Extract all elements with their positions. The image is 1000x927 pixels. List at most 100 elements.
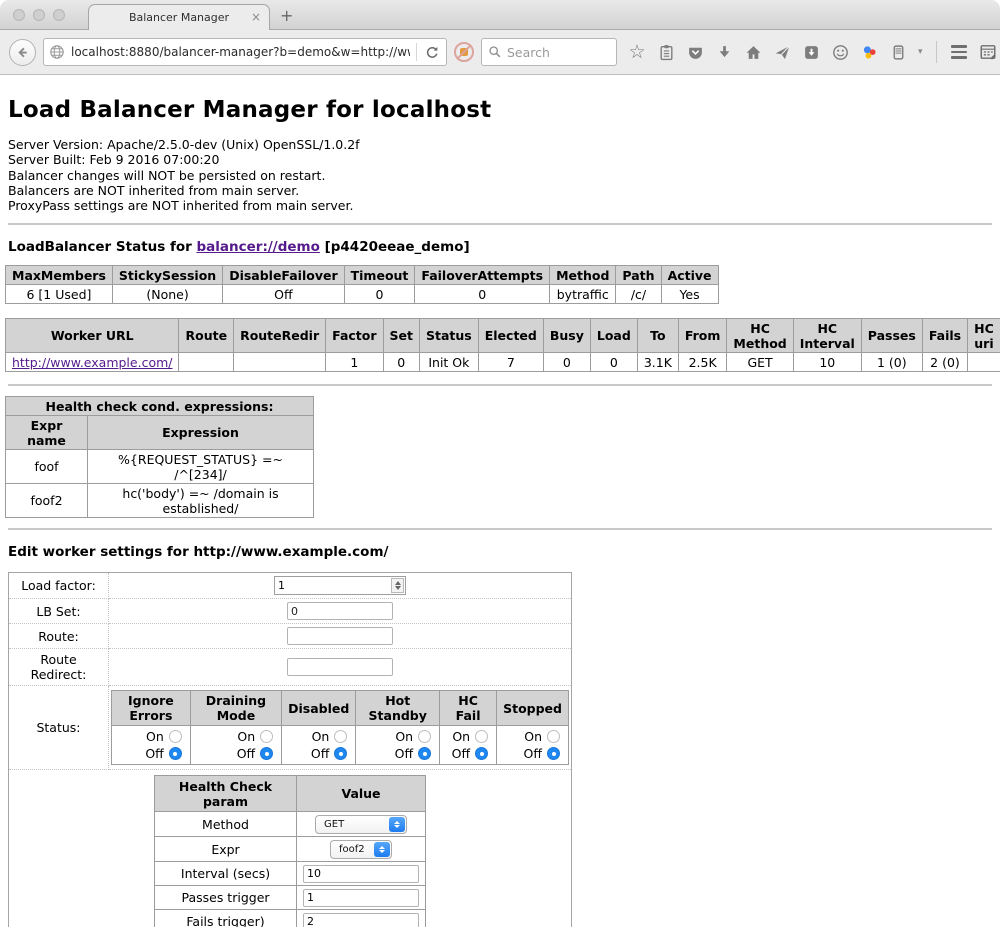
radio-off-selected[interactable]: [475, 747, 488, 760]
radio-on[interactable]: [418, 730, 431, 743]
radio-off-selected[interactable]: [547, 747, 560, 760]
load-factor-input[interactable]: [275, 577, 390, 594]
column-header: HC Method: [727, 319, 793, 353]
on-label: On: [524, 729, 542, 744]
radio-on[interactable]: [334, 730, 347, 743]
chevron-down-icon[interactable]: ▾: [918, 47, 923, 57]
radio-off-selected[interactable]: [334, 747, 347, 760]
hc-row-passes: Passes trigger: [155, 886, 426, 910]
window-controls: [13, 9, 65, 21]
radio-on[interactable]: [547, 730, 560, 743]
column-header: Fails: [922, 319, 967, 353]
load-factor-label: Load factor:: [9, 573, 109, 599]
select-arrows-icon: [374, 842, 390, 857]
on-label: On: [237, 729, 255, 744]
column-header: Value: [297, 776, 426, 812]
table-cell: (None): [112, 285, 222, 304]
radio-off-selected[interactable]: [260, 747, 273, 760]
hc-row-expr: Expr foof2: [155, 837, 426, 862]
apps-grid-button[interactable]: [979, 43, 997, 61]
container-button[interactable]: [889, 43, 907, 61]
table-header-row: MaxMembers StickySession DisableFailover…: [6, 266, 719, 285]
off-label: Off: [237, 746, 255, 761]
expr-select[interactable]: foof2: [330, 840, 392, 859]
route-field-cell: [109, 624, 572, 649]
tab-balancer-manager[interactable]: Balancer Manager ×: [88, 4, 270, 30]
off-label: Off: [395, 746, 413, 761]
table-cell: 0: [383, 353, 419, 372]
radio-on[interactable]: [260, 730, 273, 743]
route-redirect-field-cell: [109, 649, 572, 686]
content-blocker-icon[interactable]: [454, 42, 474, 62]
url-input[interactable]: localhost:8880/balancer-manager?b=demo&w…: [43, 38, 447, 66]
column-header: Stopped: [497, 691, 569, 726]
radio-off-selected[interactable]: [169, 747, 182, 760]
edit-worker-form: Load factor: LB Set: Route: Route Redire…: [8, 572, 572, 927]
reload-button[interactable]: [423, 43, 441, 61]
bookmark-star-button[interactable]: ☆: [628, 43, 646, 61]
route-redirect-input[interactable]: [287, 658, 393, 676]
balancer-demo-link[interactable]: balancer://demo: [197, 239, 320, 255]
column-header: Hot Standby: [356, 691, 440, 726]
interval-input[interactable]: [303, 865, 419, 883]
new-tab-button[interactable]: +: [280, 6, 293, 25]
table-cell: /c/: [616, 285, 661, 304]
container-icon: [890, 44, 907, 61]
page-content: Load Balancer Manager for localhost Serv…: [0, 75, 1000, 927]
expr-name-cell: foof: [6, 450, 88, 484]
column-header: HC Interval: [793, 319, 861, 353]
window-minimize-button[interactable]: [33, 9, 45, 21]
heading-suffix: [p4420eeae_demo]: [320, 239, 470, 255]
table-cell: 0: [543, 353, 590, 372]
back-button[interactable]: [9, 39, 36, 66]
colors-extension-button[interactable]: [860, 43, 878, 61]
table-cell: 1 (0): [861, 353, 922, 372]
route-label: Route:: [9, 624, 109, 649]
form-row-route: Route:: [9, 624, 572, 649]
fails-input[interactable]: [303, 913, 419, 927]
lb-set-input[interactable]: [287, 602, 393, 620]
table-cell: bytraffic: [550, 285, 616, 304]
tab-close-icon[interactable]: ×: [251, 10, 261, 24]
extension-download-button[interactable]: [802, 43, 820, 61]
home-button[interactable]: [744, 43, 762, 61]
health-check-param-table: Health Check param Value Method GET Expr: [154, 775, 426, 927]
table-cell: 3.1K: [637, 353, 678, 372]
status-label: Status:: [9, 686, 109, 770]
apps-grid-icon: [979, 43, 997, 61]
passes-input[interactable]: [303, 889, 419, 907]
form-row-load-factor: Load factor:: [9, 573, 572, 599]
toolbar-separator: [936, 41, 937, 63]
table-cell: 7: [478, 353, 543, 372]
downloads-button[interactable]: [715, 43, 733, 61]
reading-list-button[interactable]: [657, 43, 675, 61]
clipboard-icon: [658, 44, 675, 61]
url-text: localhost:8880/balancer-manager?b=demo&w…: [71, 45, 410, 59]
search-input[interactable]: Search: [481, 38, 617, 66]
status-radio-row: On Off On Off On Off: [112, 726, 569, 765]
table-cell: [968, 353, 1000, 372]
radio-off-selected[interactable]: [418, 747, 431, 760]
tab-title: Balancer Manager: [129, 11, 229, 24]
worker-url-link[interactable]: http://www.example.com/: [12, 355, 172, 370]
status-cell-draining-mode: On Off: [190, 726, 281, 765]
url-divider: [416, 43, 417, 61]
form-row-health-check: Health Check param Value Method GET Expr: [9, 770, 572, 927]
window-zoom-button[interactable]: [53, 9, 65, 21]
window-close-button[interactable]: [13, 9, 25, 21]
health-check-cell: Health Check param Value Method GET Expr: [9, 770, 572, 927]
select-arrows-icon: [389, 817, 405, 832]
method-select[interactable]: GET: [315, 815, 407, 834]
hc-row-method: Method GET: [155, 812, 426, 837]
pocket-button[interactable]: [686, 43, 704, 61]
column-header: Worker URL: [6, 319, 179, 353]
lb-set-field-cell: [109, 599, 572, 624]
radio-on[interactable]: [169, 730, 182, 743]
menu-button[interactable]: [950, 43, 968, 61]
feedback-button[interactable]: [831, 43, 849, 61]
send-tab-button[interactable]: [773, 43, 791, 61]
number-stepper-icon[interactable]: [391, 578, 404, 593]
radio-on[interactable]: [475, 730, 488, 743]
off-label: Off: [524, 746, 542, 761]
route-input[interactable]: [287, 627, 393, 645]
